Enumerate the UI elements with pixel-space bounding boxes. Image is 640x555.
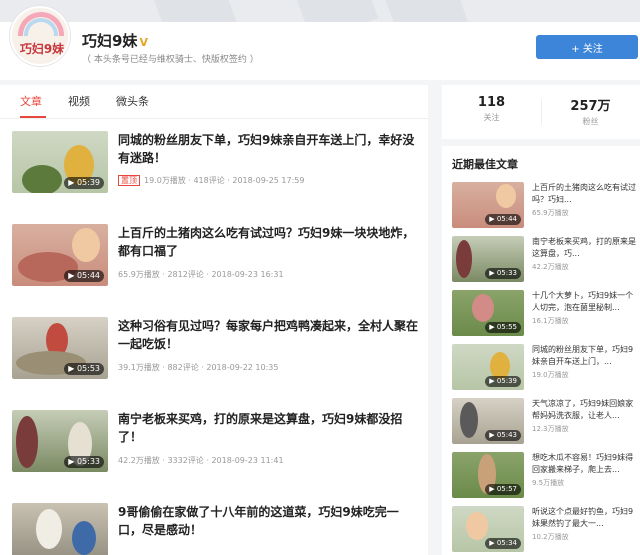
best-article-item[interactable]: ▶ 05:33 南宁老板来买鸡，打的原来是这算盘，巧... 42.2万播放 [452, 236, 638, 286]
best-article-views: 19.0万播放 [532, 371, 569, 379]
best-article-thumbnail[interactable]: ▶ 05:43 [452, 398, 524, 444]
follow-count-label: 关注 [483, 113, 500, 122]
avatar-logo-text: 巧妇9妹 [19, 42, 65, 56]
article-title[interactable]: 南宁老板来买鸡，打的原来是这算盘，巧妇9妹都没招了！ [118, 410, 418, 446]
fans-count: 257万 [570, 99, 611, 114]
best-articles-title: 近期最佳文章 [452, 158, 518, 171]
article-list-panel: 文章 视频 微头条 ▶ 05:39 同城的粉丝朋友下单，巧妇9妹亲自开车送上门，… [0, 85, 428, 555]
best-article-title[interactable]: 想吃木瓜不容易！巧妇9妹得回家搬来梯子，爬上去... [532, 452, 636, 476]
tab-articles[interactable]: 文章 [20, 93, 42, 109]
follow-button[interactable]: + 关注 [536, 35, 638, 59]
article-views: 39.1万播放 [118, 363, 160, 372]
article-meta: 39.1万播放 · 882评论 · 2018-09-22 10:35 [118, 363, 279, 372]
best-article-item[interactable]: ▶ 05:39 同城的粉丝朋友下单，巧妇9妹亲自开车送上门，... 19.0万播… [452, 344, 638, 394]
best-article-views: 16.1万播放 [532, 317, 569, 325]
article-date: 2018-09-23 16:31 [211, 270, 284, 279]
video-duration: ▶ 05:43 [485, 430, 521, 441]
article-item[interactable]: ▶ 05:53 这种习俗有见过吗？每家每户把鸡鸭凑起来，全村人聚在一起吃饭！ 3… [12, 317, 422, 397]
verified-badge-icon: V [139, 36, 148, 49]
article-views: 42.2万播放 [118, 456, 160, 465]
article-comments: 2812评论 [167, 270, 204, 279]
best-article-views: 9.5万播放 [532, 479, 565, 487]
article-thumbnail[interactable]: ▶ 05:39 [12, 131, 108, 193]
article-thumbnail[interactable] [12, 503, 108, 555]
profile-header: 巧妇9妹 巧妇9妹 V （ 本头条号已经与维权骑士、快版权签约 ） + 关注 [0, 0, 640, 80]
article-thumbnail[interactable]: ▶ 05:33 [12, 410, 108, 472]
article-title[interactable]: 同城的粉丝朋友下单，巧妇9妹亲自开车送上门，幸好没有迷路！ [118, 131, 418, 167]
article-date: 2018-09-25 17:59 [232, 176, 305, 185]
best-article-views: 12.3万播放 [532, 425, 569, 433]
best-article-item[interactable]: ▶ 05:55 十几个大萝卜，巧妇9妹一个人切完，泡在菌里秘制... 16.1万… [452, 290, 638, 340]
best-article-views: 10.2万播放 [532, 533, 569, 541]
article-item[interactable]: ▶ 05:44 上百斤的土猪肉这么吃有试过吗？巧妇9妹一块块地炸，都有口福了 6… [12, 224, 422, 304]
article-meta: 置顶 19.0万播放 · 418评论 · 2018-09-25 17:59 [118, 175, 304, 186]
article-title[interactable]: 上百斤的土猪肉这么吃有试过吗？巧妇9妹一块块地炸，都有口福了 [118, 224, 418, 260]
article-item[interactable]: ▶ 05:33 南宁老板来买鸡，打的原来是这算盘，巧妇9妹都没招了！ 42.2万… [12, 410, 422, 490]
best-article-thumbnail[interactable]: ▶ 05:55 [452, 290, 524, 336]
tab-videos[interactable]: 视频 [68, 93, 90, 109]
follow-count-stat[interactable]: 118 关注 [442, 95, 541, 123]
avatar[interactable]: 巧妇9妹 [10, 6, 70, 66]
stats-panel: 118 关注 257万 粉丝 [442, 85, 640, 139]
article-date: 2018-09-22 10:35 [206, 363, 279, 372]
best-article-item[interactable]: ▶ 05:34 听说这个点最好钓鱼，巧妇9妹果然钓了最大一... 10.2万播放 [452, 506, 638, 555]
author-name[interactable]: 巧妇9妹 V [82, 30, 148, 51]
best-article-title[interactable]: 上百斤的土猪肉这么吃有试过吗？巧妇... [532, 182, 636, 206]
active-tab-indicator [20, 116, 46, 118]
video-duration: ▶ 05:44 [64, 270, 104, 282]
header-banner [0, 0, 640, 22]
best-article-thumbnail[interactable]: ▶ 05:34 [452, 506, 524, 552]
article-comments: 418评论 [193, 176, 225, 185]
best-article-title[interactable]: 听说这个点最好钓鱼，巧妇9妹果然钓了最大一... [532, 506, 636, 530]
tab-bar: 文章 视频 微头条 [0, 85, 428, 119]
best-article-thumbnail[interactable]: ▶ 05:44 [452, 182, 524, 228]
author-name-text: 巧妇9妹 [82, 32, 138, 50]
best-article-thumbnail[interactable]: ▶ 05:39 [452, 344, 524, 390]
video-duration: ▶ 05:33 [485, 268, 521, 279]
best-article-title[interactable]: 天气凉凉了，巧妇9妹回娘家帮妈妈洗衣服，让老人... [532, 398, 636, 422]
best-article-thumbnail[interactable]: ▶ 05:57 [452, 452, 524, 498]
article-views: 19.0万播放 [144, 176, 186, 185]
best-article-views: 42.2万播放 [532, 263, 569, 271]
video-duration: ▶ 05:33 [64, 456, 104, 468]
fans-count-label: 粉丝 [582, 117, 599, 126]
video-duration: ▶ 05:39 [64, 177, 104, 189]
best-article-item[interactable]: ▶ 05:44 上百斤的土猪肉这么吃有试过吗？巧妇... 65.9万播放 [452, 182, 638, 232]
video-duration: ▶ 05:55 [485, 322, 521, 333]
best-article-thumbnail[interactable]: ▶ 05:33 [452, 236, 524, 282]
tab-micro-posts[interactable]: 微头条 [116, 93, 149, 109]
article-title[interactable]: 9哥偷偷在家做了十八年前的这道菜，巧妇9妹吃完一口，尽是感动！ [118, 503, 418, 539]
article-thumbnail[interactable]: ▶ 05:44 [12, 224, 108, 286]
video-duration: ▶ 05:34 [485, 538, 521, 549]
article-meta: 65.9万播放 · 2812评论 · 2018-09-23 16:31 [118, 270, 284, 279]
best-article-title[interactable]: 同城的粉丝朋友下单，巧妇9妹亲自开车送上门，... [532, 344, 636, 368]
best-article-title[interactable]: 十几个大萝卜，巧妇9妹一个人切完，泡在菌里秘制... [532, 290, 636, 314]
article-views: 65.9万播放 [118, 270, 160, 279]
video-duration: ▶ 05:44 [485, 214, 521, 225]
article-date: 2018-09-23 11:41 [211, 456, 284, 465]
article-comments: 882评论 [167, 363, 199, 372]
pinned-tag: 置顶 [118, 175, 140, 186]
follow-count: 118 [477, 95, 506, 110]
best-article-title[interactable]: 南宁老板来买鸡，打的原来是这算盘，巧... [532, 236, 636, 260]
video-duration: ▶ 05:39 [485, 376, 521, 387]
author-description: （ 本头条号已经与维权骑士、快版权签约 ） [82, 55, 259, 65]
fans-count-stat[interactable]: 257万 粉丝 [541, 95, 640, 127]
best-article-item[interactable]: ▶ 05:57 想吃木瓜不容易！巧妇9妹得回家搬来梯子，爬上去... 9.5万播… [452, 452, 638, 502]
best-article-views: 65.9万播放 [532, 209, 569, 217]
video-duration: ▶ 05:57 [485, 484, 521, 495]
article-item[interactable]: ▶ 05:39 同城的粉丝朋友下单，巧妇9妹亲自开车送上门，幸好没有迷路！ 置顶… [12, 131, 422, 211]
article-thumbnail[interactable]: ▶ 05:53 [12, 317, 108, 379]
video-duration: ▶ 05:53 [64, 363, 104, 375]
article-comments: 3332评论 [167, 456, 204, 465]
best-article-item[interactable]: ▶ 05:43 天气凉凉了，巧妇9妹回娘家帮妈妈洗衣服，让老人... 12.3万… [452, 398, 638, 448]
article-item[interactable]: 9哥偷偷在家做了十八年前的这道菜，巧妇9妹吃完一口，尽是感动！ [12, 503, 422, 555]
article-meta: 42.2万播放 · 3332评论 · 2018-09-23 11:41 [118, 456, 284, 465]
best-articles-panel: 近期最佳文章 ▶ 05:44 上百斤的土猪肉这么吃有试过吗？巧妇... 65.9… [442, 146, 640, 555]
article-title[interactable]: 这种习俗有见过吗？每家每户把鸡鸭凑起来，全村人聚在一起吃饭！ [118, 317, 418, 353]
